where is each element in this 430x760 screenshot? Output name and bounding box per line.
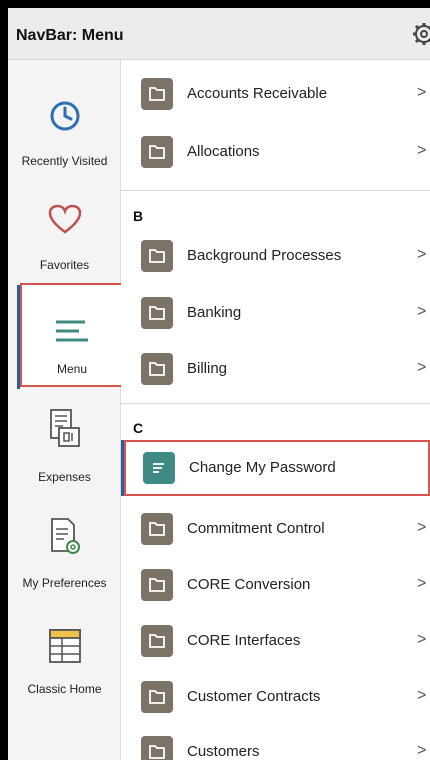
menu-item-change-my-password[interactable]: Change My Password (124, 440, 430, 496)
menu-item-label: Allocations (187, 143, 260, 160)
section-letter-b: B (133, 208, 144, 224)
clock-icon (50, 101, 79, 131)
chevron-right-icon: > (417, 359, 427, 376)
menu-item-label: Banking (187, 304, 242, 321)
folder-icon (141, 297, 173, 329)
sidebar-item-label: Favorites (39, 258, 90, 272)
menu-item-label: Change My Password (189, 459, 336, 476)
navbar-sidebar: Recently Visited Favorites Menu Expenses… (8, 60, 124, 760)
menu-item-banking[interactable]: Banking > (121, 285, 430, 341)
folder-icon (141, 625, 173, 657)
menu-item-label: Background Processes (187, 247, 342, 264)
chevron-right-icon: > (417, 246, 427, 263)
menu-item-core-interfaces[interactable]: CORE Interfaces > (121, 613, 430, 669)
menu-item-commitment-control[interactable]: Commitment Control > (121, 501, 430, 557)
receipt-icon (49, 409, 80, 447)
menu-lines-icon (56, 320, 88, 342)
menu-item-core-conversion[interactable]: CORE Conversion > (121, 557, 430, 613)
menu-item-accounts-receivable[interactable]: Accounts Receivable > (121, 66, 430, 122)
sidebar-item-label: Classic Home (27, 682, 102, 696)
menu-item-customer-contracts[interactable]: Customer Contracts > (121, 669, 430, 725)
menu-list: Accounts Receivable > Allocations > B Ba… (121, 60, 430, 760)
sidebar-item-recently-visited[interactable]: Recently Visited (8, 74, 121, 178)
chevron-right-icon: > (417, 84, 427, 101)
navbar-header: NavBar: Menu (8, 8, 430, 60)
folder-icon (141, 681, 173, 713)
menu-item-label: Billing (187, 360, 228, 377)
document-lines-icon (143, 452, 175, 484)
folder-icon (141, 513, 173, 545)
menu-item-label: CORE Interfaces (187, 632, 301, 649)
chevron-right-icon: > (417, 631, 427, 648)
sidebar-item-expenses[interactable]: Expenses (8, 390, 121, 494)
menu-item-label: Accounts Receivable (187, 85, 328, 102)
gear-icon[interactable] (411, 21, 430, 47)
sidebar-item-my-preferences[interactable]: My Preferences (8, 495, 121, 599)
document-gear-icon (50, 518, 80, 554)
folder-icon (141, 353, 173, 385)
folder-icon (141, 136, 173, 168)
menu-item-billing[interactable]: Billing > (121, 341, 430, 397)
chevron-right-icon: > (417, 742, 427, 759)
folder-icon (141, 240, 173, 272)
folder-icon (141, 569, 173, 601)
chevron-right-icon: > (417, 142, 427, 159)
chevron-right-icon: > (417, 575, 427, 592)
menu-item-allocations[interactable]: Allocations > (121, 124, 430, 180)
sidebar-item-label: Expenses (38, 470, 91, 484)
sidebar-item-menu[interactable]: Menu (20, 283, 124, 387)
sidebar-item-label: Menu (56, 362, 88, 376)
folder-icon (141, 736, 173, 760)
menu-item-label: Commitment Control (187, 520, 325, 537)
section-divider (121, 190, 430, 191)
menu-item-label: Customers (187, 743, 260, 760)
menu-item-label: Customer Contracts (187, 688, 321, 705)
sidebar-item-favorites[interactable]: Favorites (8, 180, 121, 284)
heart-icon (48, 204, 81, 234)
menu-item-customers[interactable]: Customers > (121, 724, 430, 760)
classic-home-icon (48, 629, 81, 663)
folder-icon (141, 78, 173, 110)
navbar-title: NavBar: Menu (16, 27, 124, 44)
navbar-panel: NavBar: Menu Recently Visited Favorites … (8, 8, 430, 760)
menu-item-label: CORE Conversion (187, 576, 311, 593)
chevron-right-icon: > (417, 687, 427, 704)
sidebar-item-label: Recently Visited (21, 154, 108, 168)
sidebar-item-classic-home[interactable]: Classic Home (8, 600, 121, 704)
sidebar-item-label: My Preferences (22, 576, 107, 590)
chevron-right-icon: > (417, 303, 427, 320)
chevron-right-icon: > (417, 519, 427, 536)
section-letter-c: C (133, 420, 144, 436)
menu-item-background-processes[interactable]: Background Processes > (121, 228, 430, 284)
section-divider (121, 403, 430, 404)
